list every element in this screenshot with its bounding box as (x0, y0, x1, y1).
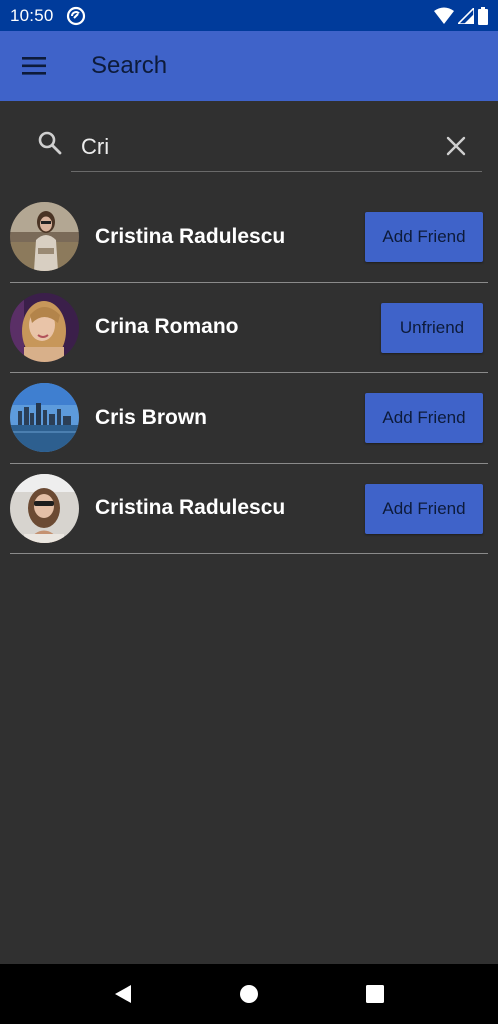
list-item[interactable]: Cristina Radulescu Add Friend (10, 464, 488, 554)
user-name: Cristina Radulescu (95, 224, 286, 248)
add-friend-button[interactable]: Add Friend (365, 212, 483, 262)
recents-icon (366, 985, 384, 1003)
search-icon (36, 129, 64, 157)
list-item[interactable]: Cris Brown Add Friend (10, 373, 488, 464)
status-time: 10:50 (10, 5, 54, 25)
back-icon (115, 985, 131, 1003)
wifi-icon (434, 7, 454, 25)
avatar (10, 292, 79, 362)
back-button[interactable] (103, 974, 143, 1014)
avatar (10, 202, 79, 272)
search-results-list: Cristina Radulescu Add Friend Crina Roma… (10, 192, 488, 554)
user-name: Crina Romano (95, 315, 239, 339)
app-bar: Search (0, 31, 498, 101)
list-item[interactable]: Crina Romano Unfriend (10, 283, 488, 373)
battery-icon (478, 6, 488, 25)
search-input[interactable] (71, 134, 411, 160)
unfriend-button[interactable]: Unfriend (381, 302, 483, 353)
add-friend-button[interactable]: Add Friend (365, 483, 483, 534)
page-title: Search (91, 52, 168, 79)
status-bar: 10:50 (0, 0, 498, 31)
navigation-bar (0, 964, 498, 1024)
list-item[interactable]: Cristina Radulescu Add Friend (10, 192, 488, 283)
user-name: Cristina Radulescu (95, 496, 286, 520)
avatar (10, 473, 79, 543)
hamburger-menu-icon (22, 57, 46, 75)
home-button[interactable] (229, 974, 269, 1014)
menu-button[interactable] (0, 31, 70, 101)
add-friend-button[interactable]: Add Friend (365, 393, 483, 443)
recents-button[interactable] (355, 974, 395, 1014)
clear-search-button[interactable] (442, 132, 470, 160)
user-name: Cris Brown (95, 405, 208, 429)
avatar (10, 383, 79, 453)
cell-signal-icon (458, 7, 474, 24)
notification-app-icon (66, 6, 86, 26)
search-bar (0, 101, 498, 181)
home-icon (240, 985, 258, 1003)
close-icon (446, 136, 466, 156)
search-field (71, 123, 482, 172)
